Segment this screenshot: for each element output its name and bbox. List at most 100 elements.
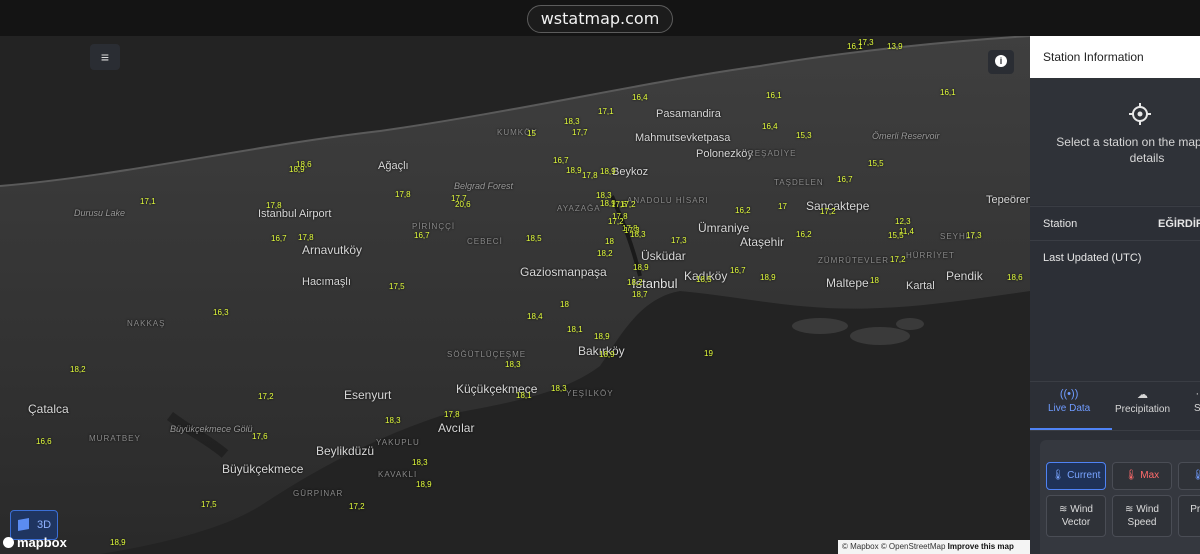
station-marker[interactable]: 16,1 — [766, 91, 782, 100]
metric-max-button[interactable]: 🌡 Max — [1112, 462, 1172, 490]
station-marker[interactable]: 17,6 — [252, 432, 268, 441]
station-marker[interactable]: 15,3 — [796, 131, 812, 140]
station-marker[interactable]: 18 — [560, 300, 569, 309]
station-marker[interactable]: 17,3 — [671, 236, 687, 245]
station-marker[interactable]: 17,8 — [582, 171, 598, 180]
station-marker[interactable]: 16,7 — [271, 234, 287, 243]
station-marker[interactable]: 15,5 — [868, 159, 884, 168]
station-marker[interactable]: 17,3 — [858, 38, 874, 47]
station-marker[interactable]: 17,7 — [572, 128, 588, 137]
station-marker[interactable]: 15,5 — [888, 231, 904, 240]
station-marker[interactable]: 13,9 — [887, 42, 903, 51]
station-marker[interactable]: 16,4 — [632, 93, 648, 102]
station-marker[interactable]: 16,2 — [735, 206, 751, 215]
place-label: Polonezköy — [696, 148, 753, 160]
map-canvas[interactable]: ≡ i Pasamandira Mahmutsevketpasa Polonezkö… — [0, 36, 1030, 554]
station-marker[interactable]: 12,3 — [895, 217, 911, 226]
station-marker[interactable]: 18,3 — [551, 384, 567, 393]
info-button[interactable]: i — [988, 50, 1014, 74]
browser-top-bar: wstatmap.com — [0, 0, 1200, 36]
station-marker[interactable]: 17 — [778, 202, 787, 211]
station-marker[interactable]: 17,5 — [201, 500, 217, 509]
place-label: Mahmutsevketpasa — [635, 132, 731, 144]
station-marker[interactable]: 18,3 — [564, 117, 580, 126]
station-marker[interactable]: 18,1 — [516, 391, 532, 400]
station-marker[interactable]: 17,8 — [298, 233, 314, 242]
metric-min-button[interactable]: 🌡 — [1178, 462, 1200, 490]
station-marker[interactable]: 15 — [527, 129, 536, 138]
station-marker[interactable]: 16,7 — [553, 156, 569, 165]
station-marker[interactable]: 17,2 — [890, 255, 906, 264]
station-marker[interactable]: 18,3 — [505, 360, 521, 369]
station-marker[interactable]: 18,3 — [412, 458, 428, 467]
station-marker[interactable]: 18,9 — [416, 480, 432, 489]
tab-precipitation[interactable]: ☁ Precipitation — [1115, 388, 1170, 415]
station-marker[interactable]: 16,7 — [837, 175, 853, 184]
station-marker[interactable]: 18,9 — [594, 332, 610, 341]
station-marker[interactable]: 18,2 — [627, 278, 643, 287]
place-label: Büyükçekmece — [222, 462, 304, 476]
station-marker[interactable]: 17,2 — [620, 200, 636, 209]
station-marker[interactable]: 17,8 — [395, 190, 411, 199]
station-marker[interactable]: 17,8 — [444, 410, 460, 419]
station-marker[interactable]: 18,9 — [599, 350, 615, 359]
station-marker[interactable]: 18,3 — [630, 230, 646, 239]
station-marker[interactable]: 17,2 — [258, 392, 274, 401]
station-marker[interactable]: 18,9 — [760, 273, 776, 282]
mapbox-logo[interactable]: mapbox — [3, 535, 67, 550]
station-marker[interactable]: 17,8 — [266, 201, 282, 210]
station-marker[interactable]: 18,5 — [696, 275, 712, 284]
place-label: KAVAKLI — [378, 470, 418, 479]
station-marker[interactable]: 18,9 — [600, 167, 616, 176]
station-marker[interactable]: 18,7 — [632, 290, 648, 299]
url-bar[interactable]: wstatmap.com — [527, 5, 673, 33]
place-label: Ümraniye — [698, 221, 750, 235]
station-marker[interactable]: 16,1 — [940, 88, 956, 97]
station-marker[interactable]: 17,1 — [598, 107, 614, 116]
station-marker[interactable]: 17,5 — [389, 282, 405, 291]
antenna-icon: ((•)) — [1059, 388, 1079, 400]
station-marker[interactable]: 17,2 — [820, 207, 836, 216]
station-marker[interactable]: 18,4 — [527, 312, 543, 321]
station-marker[interactable]: 18 — [870, 276, 879, 285]
place-label: REŞADİYE — [748, 149, 797, 158]
place-label: Ömerli Reservoir — [872, 131, 940, 141]
metric-wind-vector-button[interactable]: ≋ Wind Vector — [1046, 495, 1106, 537]
station-marker[interactable]: 16,3 — [213, 308, 229, 317]
station-marker[interactable]: 18,3 — [385, 416, 401, 425]
station-marker[interactable]: 17,3 — [966, 231, 982, 240]
station-marker[interactable]: 20,6 — [455, 200, 471, 209]
map-terrain — [0, 36, 1030, 554]
improve-map-link[interactable]: Improve this map — [948, 542, 1014, 551]
station-marker[interactable]: 18,6 — [1007, 273, 1023, 282]
station-marker[interactable]: 17,1 — [140, 197, 156, 206]
station-marker[interactable]: 17,2 — [349, 502, 365, 511]
station-marker[interactable]: 18,9 — [289, 165, 305, 174]
station-marker[interactable]: 19 — [704, 349, 713, 358]
station-marker[interactable]: 16,6 — [36, 437, 52, 446]
place-label: SÖĞÜTLÜÇEŞME — [447, 350, 527, 359]
metric-current-button[interactable]: 🌡 Current — [1046, 462, 1106, 490]
station-marker[interactable]: 18,2 — [597, 249, 613, 258]
tab-more[interactable]: · S — [1194, 388, 1200, 414]
metric-precip-button[interactable]: Pre — [1178, 495, 1200, 537]
station-marker[interactable]: 16,4 — [762, 122, 778, 131]
station-marker[interactable]: 16,2 — [796, 230, 812, 239]
station-value: EĞİRDİR — [1158, 218, 1200, 230]
place-label: Büyükçekmece Gölü — [170, 424, 253, 434]
station-marker[interactable]: 16,7 — [730, 266, 746, 275]
station-marker[interactable]: 18,9 — [633, 263, 649, 272]
menu-button[interactable]: ≡ — [90, 44, 120, 70]
metric-wind-speed-button[interactable]: ≋ Wind Speed — [1112, 495, 1172, 537]
station-marker[interactable]: 18,1 — [567, 325, 583, 334]
station-marker[interactable]: 18,5 — [526, 234, 542, 243]
place-label: MURATBEY — [89, 434, 141, 443]
tab-live-data[interactable]: ((•)) Live Data — [1048, 388, 1090, 414]
station-marker[interactable]: 18,2 — [70, 365, 86, 374]
osm-attribution-link[interactable]: © OpenStreetMap — [881, 542, 946, 551]
station-marker[interactable]: 18 — [605, 237, 614, 246]
station-marker[interactable]: 18,9 — [566, 166, 582, 175]
station-marker[interactable]: 18,9 — [110, 538, 126, 547]
mapbox-attribution-link[interactable]: © Mapbox — [842, 542, 879, 551]
station-marker[interactable]: 16,7 — [414, 231, 430, 240]
